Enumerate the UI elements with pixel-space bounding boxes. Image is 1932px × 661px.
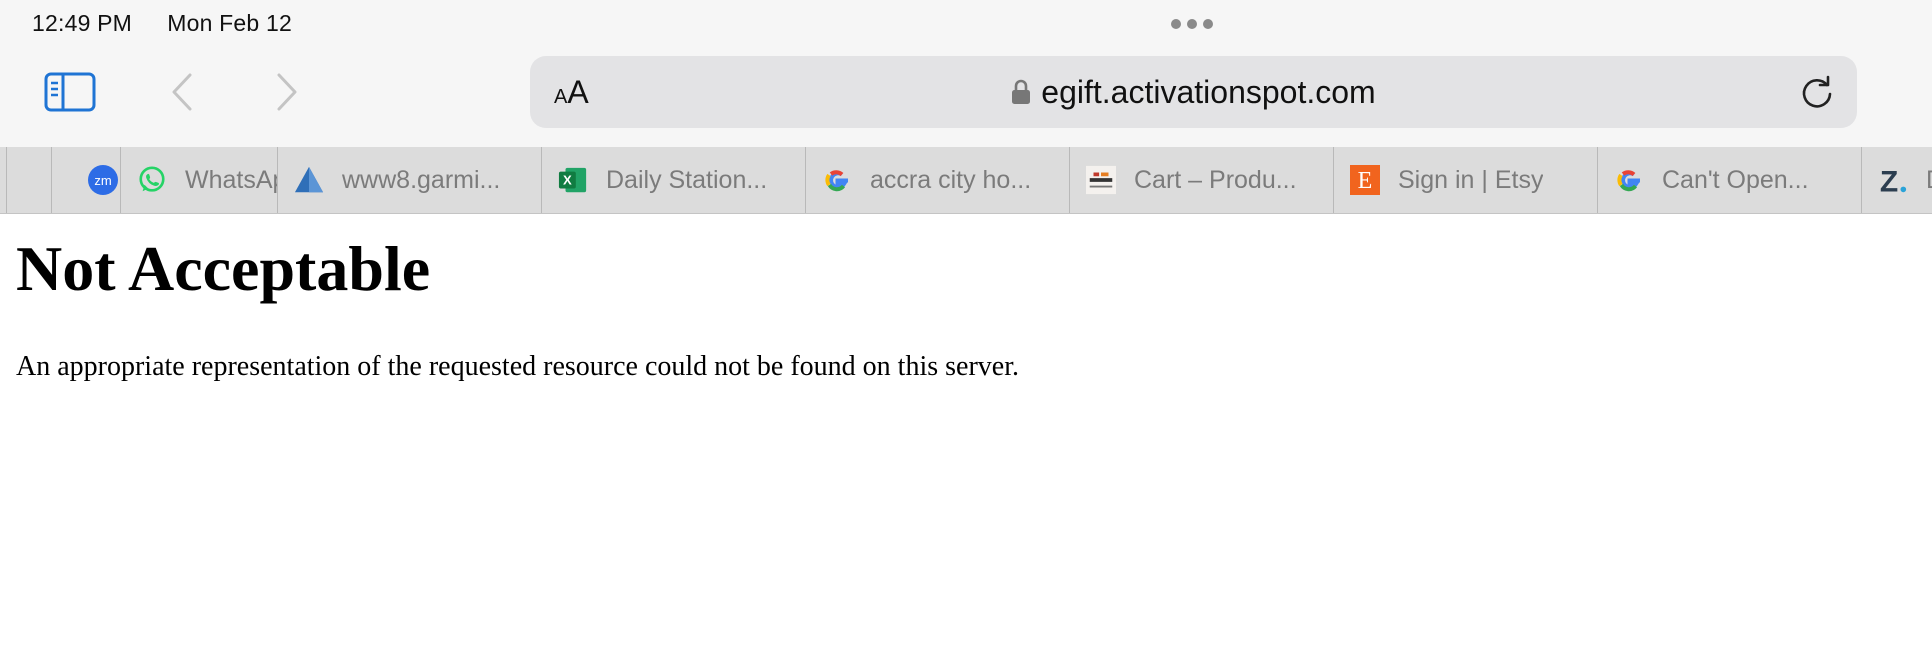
tab-zoom[interactable]: zm — [51, 147, 120, 213]
svg-text:zm: zm — [94, 173, 111, 188]
reader-label-large: A — [567, 74, 589, 110]
reload-icon — [1802, 75, 1832, 108]
url-text[interactable]: egift.activationspot.com — [1041, 74, 1375, 111]
status-bar: 12:49 PM Mon Feb 12 — [0, 0, 1932, 46]
svg-text:Z: Z — [1880, 165, 1898, 195]
tab-title: WhatsApp — [185, 165, 277, 194]
error-message: An appropriate representation of the req… — [16, 351, 1019, 382]
svg-text:X: X — [563, 173, 572, 188]
status-time-date: 12:49 PM Mon Feb 12 — [32, 10, 292, 37]
google-icon — [822, 165, 852, 195]
svg-text:E: E — [1358, 168, 1373, 194]
reader-options-button[interactable]: AA — [554, 74, 589, 115]
tab-cart[interactable]: Cart – Produ... — [1069, 147, 1333, 213]
lock-icon — [1012, 79, 1031, 104]
google-icon — [1614, 165, 1644, 195]
page-title: Not Acceptable — [16, 233, 431, 304]
address-bar[interactable]: AA egift.activationspot.com — [530, 56, 1857, 128]
tab-title: D — [1926, 166, 1932, 195]
tab-google-accra[interactable]: accra city ho... — [805, 147, 1069, 213]
tab-google-cant-open[interactable]: Can't Open... — [1597, 147, 1861, 213]
tab-title: accra city ho... — [870, 165, 1032, 194]
status-date: Mon Feb 12 — [167, 10, 292, 36]
tab-blank[interactable] — [6, 147, 51, 213]
chevron-right-icon — [277, 73, 297, 111]
z-logo-icon: Z — [1878, 165, 1908, 195]
tab-title: Sign in | Etsy — [1398, 165, 1544, 194]
zoom-icon: zm — [88, 165, 118, 195]
forward-button[interactable] — [271, 72, 303, 112]
multitasking-dots-icon[interactable] — [1171, 19, 1213, 29]
reload-button[interactable] — [1797, 72, 1837, 112]
tab-whatsapp[interactable]: WhatsApp — [120, 147, 277, 213]
reader-label-small: A — [554, 86, 568, 108]
tab-garmin[interactable]: www8.garmi... — [277, 147, 541, 213]
browser-toolbar: AA egift.activationspot.com — [0, 46, 1932, 147]
excel-icon: X — [558, 165, 588, 195]
tab-title: www8.garmi... — [342, 165, 501, 194]
chevron-left-icon — [172, 73, 192, 111]
etsy-icon: E — [1350, 165, 1380, 195]
sidebar-button[interactable] — [44, 72, 96, 112]
tab-bar: zm WhatsApp www8.garmi... X Daily Statio… — [0, 147, 1932, 214]
tab-etsy[interactable]: E Sign in | Etsy — [1333, 147, 1597, 213]
whatsapp-icon — [137, 165, 167, 195]
tab-title: Daily Station... — [606, 165, 768, 194]
garmin-icon — [294, 165, 324, 195]
tab-z[interactable]: Z D — [1861, 147, 1932, 213]
back-button[interactable] — [166, 72, 198, 112]
tab-title: Cart – Produ... — [1134, 165, 1297, 194]
shop-icon — [1086, 165, 1116, 195]
tab-excel[interactable]: X Daily Station... — [541, 147, 805, 213]
sidebar-icon — [44, 72, 96, 112]
tab-title: Can't Open... — [1662, 165, 1809, 194]
status-time: 12:49 PM — [32, 10, 133, 36]
